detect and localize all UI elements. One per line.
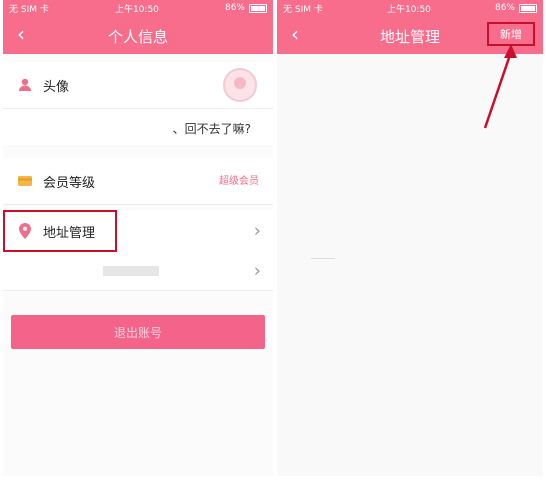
signature-text: 、回不去了嘛? <box>172 122 251 136</box>
address-screen: 无 SIM 卡 上午10:50 86% ‹ 地址管理 新增 <box>277 0 543 476</box>
member-level-label: 会员等级 <box>43 175 96 191</box>
battery-icon <box>249 3 267 13</box>
clock: 上午10:50 <box>114 4 159 15</box>
blurred-content <box>103 266 159 276</box>
arrow-annotation <box>483 44 517 129</box>
chevron-right-icon: › <box>253 220 261 242</box>
member-level-row[interactable]: 会员等级 超级会员 <box>3 158 273 205</box>
battery-percent: 86% <box>224 3 245 13</box>
logout-button[interactable]: 退出账号 <box>11 315 265 349</box>
nav-bar: ‹ 个人信息 <box>3 16 273 54</box>
status-bar: 无 SIM 卡 上午10:50 86% <box>3 0 273 16</box>
carrier-label: 无 SIM 卡 <box>9 4 49 15</box>
blurred-row[interactable]: › <box>3 252 273 291</box>
avatar-label: 头像 <box>43 79 70 95</box>
divider <box>311 258 335 259</box>
page-title: 个人信息 <box>107 28 168 46</box>
profile-screen: 无 SIM 卡 上午10:50 86% ‹ 个人信息 头像 、回不去了嘛? 会员… <box>3 0 273 476</box>
highlight-box <box>3 210 117 252</box>
avatar-row[interactable]: 头像 <box>3 62 273 109</box>
card-icon <box>15 175 35 187</box>
avatar[interactable] <box>223 68 257 102</box>
user-icon <box>15 78 35 92</box>
member-level-value: 超级会员 <box>219 176 259 187</box>
chevron-right-icon: › <box>253 260 261 282</box>
